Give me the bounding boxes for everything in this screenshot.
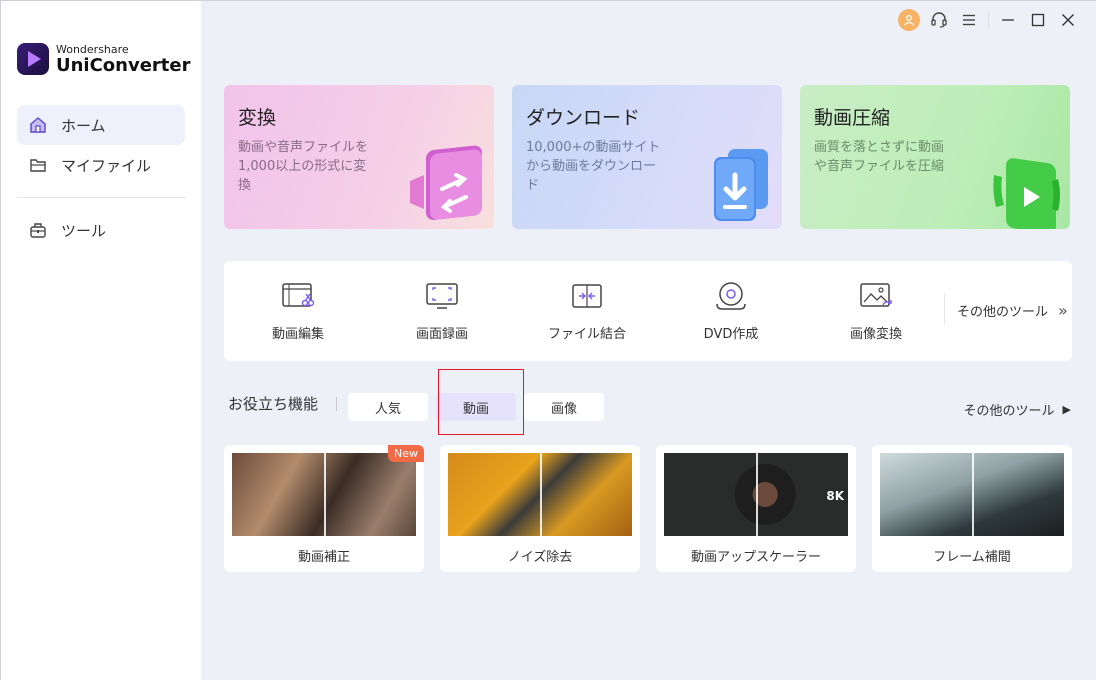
hero-card-download[interactable]: ダウンロード 10,000+の動画サイトから動画をダウンロード — [512, 85, 782, 229]
hero-title: 変換 — [238, 107, 277, 129]
features-title: お役立ち機能 — [228, 395, 319, 413]
tool-label: 動画編集 — [271, 327, 324, 342]
download-illustration-icon — [714, 149, 768, 221]
tool-dvd-create[interactable]: DVD作成 — [671, 279, 791, 342]
sidebar-divider — [17, 197, 185, 198]
close-icon[interactable] — [1053, 5, 1083, 35]
convert-illustration-icon — [410, 145, 482, 220]
app-window: Wondershare UniConverter ホーム マイファイル ツール — [0, 0, 1096, 680]
card-label: ノイズ除去 — [507, 550, 573, 565]
uniconverter-logo-icon — [17, 43, 49, 75]
sidebar-item-label: ホーム — [61, 116, 106, 135]
double-chevron-right-icon: » — [1058, 301, 1068, 320]
tools-separator — [944, 293, 945, 325]
sidebar: Wondershare UniConverter ホーム マイファイル ツール — [1, 1, 201, 680]
more-tools-label: その他のツール — [957, 305, 1049, 320]
folder-icon — [29, 156, 47, 174]
menu-icon[interactable] — [954, 5, 984, 35]
user-avatar-icon[interactable] — [894, 5, 924, 35]
tab-popular[interactable]: 人気 — [348, 393, 428, 421]
toolbox-icon — [29, 221, 47, 239]
hero-desc: 10,000+の動画サイトから動画をダウンロード — [526, 140, 661, 193]
card-thumbnail — [880, 453, 1064, 536]
card-label: 動画アップスケーラー — [690, 550, 821, 565]
titlebar — [894, 1, 1096, 39]
home-icon — [29, 116, 47, 134]
features-more-button[interactable]: その他のツール ▶ — [964, 400, 1071, 419]
titlebar-separator — [988, 11, 989, 29]
feature-card-noise-removal[interactable]: ノイズ除去 — [440, 445, 640, 572]
hero-title: 動画圧縮 — [814, 107, 891, 129]
features-more-label: その他のツール — [963, 404, 1055, 419]
main-area: 変換 動画や音声ファイルを1,000以上の形式に変換 ダウンロード 10,000… — [201, 1, 1096, 680]
tab-image[interactable]: 画像 — [524, 393, 604, 421]
sidebar-item-home[interactable]: ホーム — [17, 105, 185, 145]
sidebar-item-label: ツール — [61, 221, 107, 240]
feature-card-video-upscaler[interactable]: 8K 動画アップスケーラー — [656, 445, 856, 572]
image-convert-icon — [859, 279, 893, 313]
more-tools-button[interactable]: その他のツール » — [957, 301, 1068, 320]
headset-icon[interactable] — [924, 5, 954, 35]
tool-image-convert[interactable]: 画像変換 — [816, 279, 936, 342]
new-badge: New — [388, 445, 424, 462]
screen-record-icon — [425, 279, 459, 313]
app-logo: Wondershare UniConverter — [17, 43, 191, 75]
minimize-icon[interactable] — [993, 5, 1023, 35]
logo-brand: Wondershare — [56, 42, 129, 56]
tool-file-merge[interactable]: ファイル結合 — [527, 279, 647, 342]
sidebar-item-tools[interactable]: ツール — [17, 210, 185, 250]
merge-icon — [570, 279, 604, 313]
tool-label: ファイル結合 — [547, 327, 626, 342]
tool-label: 画面録画 — [415, 327, 468, 342]
card-label: 動画補正 — [297, 550, 350, 565]
sidebar-item-my-files[interactable]: マイファイル — [17, 145, 185, 185]
video-edit-icon — [281, 279, 315, 313]
hero-desc: 動画や音声ファイルを1,000以上の形式に変換 — [238, 140, 369, 193]
feature-card-video-enhance[interactable]: New 動画補正 — [224, 445, 424, 572]
compress-illustration-icon — [993, 158, 1060, 229]
chevron-right-icon: ▶ — [1062, 403, 1071, 416]
dvd-icon — [714, 279, 748, 313]
tool-video-edit[interactable]: 動画編集 — [238, 279, 358, 342]
hero-desc: 画質を落とさずに動画や音声ファイルを圧縮 — [814, 140, 945, 174]
card-thumbnail: 8K — [664, 453, 848, 536]
features-header: お役立ち機能 — [228, 393, 349, 414]
tools-panel: 動画編集 画面録画 ファイル結合 DVD作成 画像変換 その他のツール » — [224, 261, 1072, 361]
card-thumbnail — [232, 453, 416, 536]
tool-label: DVD作成 — [703, 327, 759, 342]
maximize-icon[interactable] — [1023, 5, 1053, 35]
feature-card-frame-interpolation[interactable]: フレーム補間 — [872, 445, 1072, 572]
tool-label: 画像変換 — [849, 327, 902, 342]
tool-screen-record[interactable]: 画面録画 — [382, 279, 502, 342]
hero-card-convert[interactable]: 変換 動画や音声ファイルを1,000以上の形式に変換 — [224, 85, 494, 229]
tab-video[interactable]: 動画 — [436, 393, 516, 421]
logo-name: UniConverter — [56, 54, 191, 76]
hero-title: ダウンロード — [526, 107, 641, 129]
features-divider — [336, 396, 338, 411]
hero-card-compress[interactable]: 動画圧縮 画質を落とさずに動画や音声ファイルを圧縮 — [800, 85, 1070, 229]
card-thumbnail — [448, 453, 632, 536]
card-label: フレーム補間 — [933, 550, 1011, 565]
resolution-overlay: 8K — [826, 489, 844, 503]
sidebar-item-label: マイファイル — [61, 156, 152, 175]
